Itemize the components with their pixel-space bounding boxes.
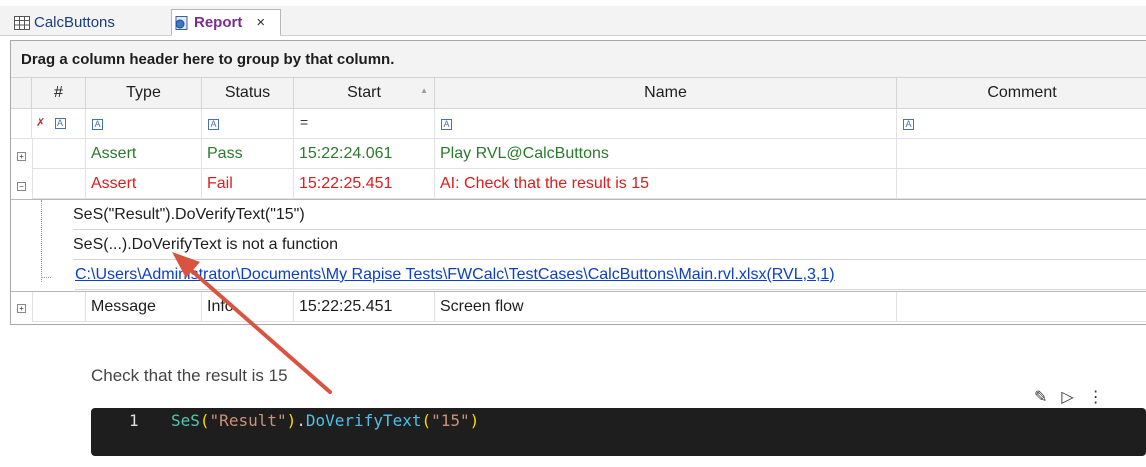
expand-row-icon[interactable]: +	[17, 304, 26, 313]
table-row-1-status[interactable]: Pass	[202, 139, 294, 169]
notebook-cell-title: Check that the result is 15	[91, 366, 288, 385]
table-icon	[14, 15, 30, 30]
header-type[interactable]: Type	[86, 78, 202, 109]
code-token-paren: )	[286, 411, 297, 430]
filter-equals-icon[interactable]: =	[300, 114, 308, 130]
table-row-2-status[interactable]: Fail	[202, 169, 294, 199]
table-row-1-comment[interactable]	[897, 139, 1146, 169]
header-name[interactable]: Name	[435, 78, 897, 109]
header-status[interactable]: Status	[202, 78, 294, 109]
detail-row-error[interactable]: SeS(...).DoVerifyText is not a function	[73, 230, 1146, 260]
more-options-icon[interactable]: ⋮	[1088, 387, 1104, 407]
filter-operator-icon[interactable]: A	[441, 119, 452, 130]
filter-cell-comment[interactable]: A	[897, 109, 1146, 139]
table-row-2-comment[interactable]	[897, 169, 1146, 199]
code-token-string: "15"	[431, 411, 470, 430]
header-label: Start	[347, 84, 381, 101]
table-row-2-start[interactable]: 15:22:25.451	[294, 169, 435, 199]
code-editor[interactable]: 1 SeS("Result").DoVerifyText("15")	[91, 408, 1146, 456]
filter-cell-type[interactable]: A	[86, 109, 202, 139]
code-token-method: DoVerifyText	[305, 411, 422, 430]
table-row-1-start[interactable]: 15:22:24.061	[294, 139, 435, 169]
expand-row-icon[interactable]: +	[17, 152, 26, 161]
report-grid: Drag a column header here to group by th…	[10, 40, 1146, 325]
filter-cell-name[interactable]: A	[435, 109, 897, 139]
filter-cell-start[interactable]: =	[294, 109, 435, 139]
table-row-1-number	[32, 139, 86, 169]
table-row-2-type[interactable]: Assert	[86, 169, 202, 199]
filter-cell-status[interactable]: A	[202, 109, 294, 139]
filter-operator-icon[interactable]: A	[903, 119, 914, 130]
clear-filter-icon[interactable]: ✗	[36, 117, 45, 129]
group-by-panel[interactable]: Drag a column header here to group by th…	[11, 41, 1146, 78]
table-row-1-type[interactable]: Assert	[86, 139, 202, 169]
filter-cell-number[interactable]: ✗ A	[32, 109, 86, 139]
table-row-3-status[interactable]: Info	[202, 292, 294, 322]
document-tab-bar: CalcButtons Report ×	[0, 6, 1146, 36]
header-comment[interactable]: Comment	[897, 78, 1146, 109]
table-row-3-comment[interactable]	[897, 292, 1146, 322]
table-row-3-name[interactable]: Screen flow	[435, 292, 897, 322]
code-token-function: SeS	[171, 411, 200, 430]
report-icon	[175, 15, 188, 30]
table-row-2-number	[32, 169, 86, 199]
close-tab-icon[interactable]: ×	[256, 14, 265, 31]
table-row-3-number	[32, 292, 86, 322]
cell-toolbar: ✎ ▷ ⋮	[1034, 387, 1104, 407]
filter-operator-icon[interactable]: A	[208, 119, 219, 130]
detail-row-expression[interactable]: SeS("Result").DoVerifyText("15")	[73, 200, 1146, 230]
tab-label: Report	[194, 14, 243, 31]
collapse-row-icon[interactable]: −	[17, 182, 26, 191]
table-row-3-start[interactable]: 15:22:25.451	[294, 292, 435, 322]
header-start[interactable]: Start ▲	[294, 78, 435, 109]
code-token-paren: (	[421, 411, 432, 430]
tree-connector	[41, 277, 51, 278]
code-line[interactable]: SeS("Result").DoVerifyText("15")	[171, 411, 479, 430]
filter-operator-icon[interactable]: A	[54, 118, 66, 129]
table-row-1-name[interactable]: Play RVL@CalcButtons	[435, 139, 897, 169]
filter-row-indent	[11, 109, 32, 139]
code-token-paren: (	[199, 411, 210, 430]
tab-label: CalcButtons	[34, 14, 115, 31]
filter-operator-icon[interactable]: A	[92, 119, 103, 130]
code-token-dot: .	[296, 411, 306, 430]
detail-row-source[interactable]: C:\Users\Administrator\Documents\My Rapi…	[75, 260, 1146, 290]
code-token-paren: )	[469, 411, 480, 430]
tab-report[interactable]: Report ×	[171, 9, 281, 36]
line-number: 1	[129, 411, 139, 430]
magic-wand-icon[interactable]: ✎	[1034, 387, 1047, 407]
header-indent	[11, 78, 32, 109]
run-cell-icon[interactable]: ▷	[1061, 387, 1073, 407]
table-row-2-name[interactable]: AI: Check that the result is 15	[435, 169, 897, 199]
sort-ascending-icon: ▲	[420, 86, 428, 95]
code-token-string: "Result"	[209, 411, 287, 430]
source-file-link[interactable]: C:\Users\Administrator\Documents\My Rapi…	[75, 266, 835, 283]
header-number[interactable]: #	[32, 78, 86, 109]
tree-connector	[41, 200, 42, 282]
tab-calcbuttons[interactable]: CalcButtons	[14, 9, 115, 36]
table-row-3-type[interactable]: Message	[86, 292, 202, 322]
